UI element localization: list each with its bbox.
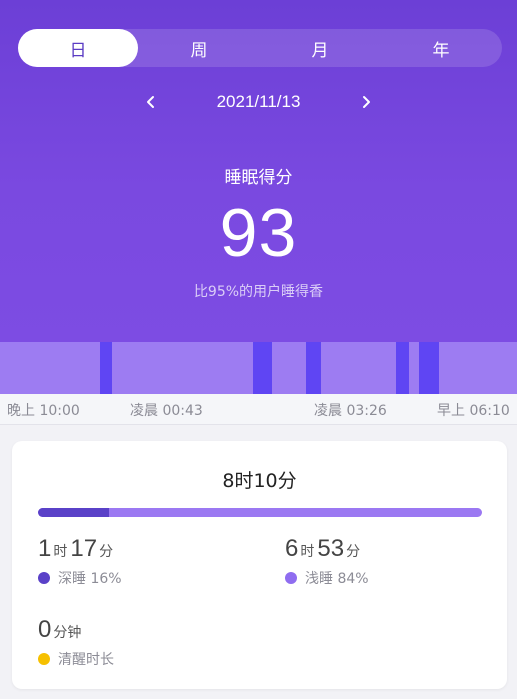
minute-unit: 分 bbox=[99, 544, 114, 560]
tab-week[interactable]: 周 bbox=[139, 29, 259, 67]
period-tabs: 日 周 月 年 bbox=[18, 29, 502, 67]
time-tick: 凌晨 03:26 bbox=[314, 403, 387, 419]
light-sleep-hours: 6 bbox=[285, 535, 299, 562]
deep-sleep-minutes: 17 bbox=[70, 535, 98, 562]
awake-minutes: 0 bbox=[38, 616, 52, 643]
deep-sleep-stat: 1 时 17 分 深睡 16% bbox=[38, 535, 122, 588]
deep-sleep-segment bbox=[306, 342, 322, 394]
sleep-summary-card: 8时10分 1 时 17 分 深睡 16% 6 时 53 分 浅睡 84% 0 分钟 清醒时长 bbox=[12, 441, 507, 689]
deep-sleep-dot-icon bbox=[38, 572, 50, 584]
deep-sleep-label: 深睡 16% bbox=[58, 571, 122, 587]
time-tick: 凌晨 00:43 bbox=[130, 403, 203, 419]
chevron-left-icon bbox=[146, 96, 154, 108]
light-sleep-label: 浅睡 84% bbox=[305, 571, 369, 587]
tab-year[interactable]: 年 bbox=[381, 29, 501, 67]
header-panel: 日 周 月 年 2021/11/13 睡眠得分 93 比95%的用户睡得香 bbox=[0, 0, 517, 342]
score-comparison: 比95%的用户睡得香 bbox=[193, 284, 324, 300]
deep-sleep-ratio-fill bbox=[38, 508, 110, 517]
time-tick: 晚上 10:00 bbox=[7, 403, 80, 419]
awake-dot-icon bbox=[38, 653, 50, 665]
hour-unit: 时 bbox=[300, 544, 315, 560]
deep-sleep-segment bbox=[419, 342, 439, 394]
deep-sleep-segment bbox=[252, 342, 272, 394]
minute-unit: 分 bbox=[346, 544, 361, 560]
time-tick: 早上 06:10 bbox=[437, 403, 510, 419]
chevron-right-icon bbox=[363, 96, 371, 108]
light-sleep-stat: 6 时 53 分 浅睡 84% bbox=[285, 535, 369, 588]
light-sleep-dot-icon bbox=[285, 572, 297, 584]
current-date: 2021/11/13 bbox=[216, 92, 301, 111]
next-date-button[interactable] bbox=[352, 88, 380, 116]
minute-unit: 分钟 bbox=[53, 625, 82, 641]
total-sleep-duration: 8时10分 bbox=[222, 470, 297, 492]
tab-month[interactable]: 月 bbox=[260, 29, 380, 67]
awake-label: 清醒时长 bbox=[58, 652, 114, 668]
sleep-score: 93 bbox=[219, 195, 298, 271]
sleep-ratio-bar bbox=[38, 508, 482, 517]
prev-date-button[interactable] bbox=[137, 88, 165, 116]
awake-stat: 0 分钟 清醒时长 bbox=[38, 616, 114, 669]
score-title: 睡眠得分 bbox=[224, 168, 293, 188]
time-axis: 晚上 10:00 凌晨 00:43 凌晨 03:26 早上 06:10 bbox=[0, 394, 517, 425]
deep-sleep-segment bbox=[395, 342, 410, 394]
deep-sleep-hours: 1 bbox=[38, 535, 52, 562]
tab-day[interactable]: 日 bbox=[18, 29, 138, 67]
hour-unit: 时 bbox=[53, 544, 68, 560]
light-sleep-minutes: 53 bbox=[317, 535, 345, 562]
sleep-stage-timeline[interactable] bbox=[0, 342, 517, 394]
date-navigator: 2021/11/13 bbox=[0, 88, 517, 116]
deep-sleep-segment bbox=[100, 342, 113, 394]
